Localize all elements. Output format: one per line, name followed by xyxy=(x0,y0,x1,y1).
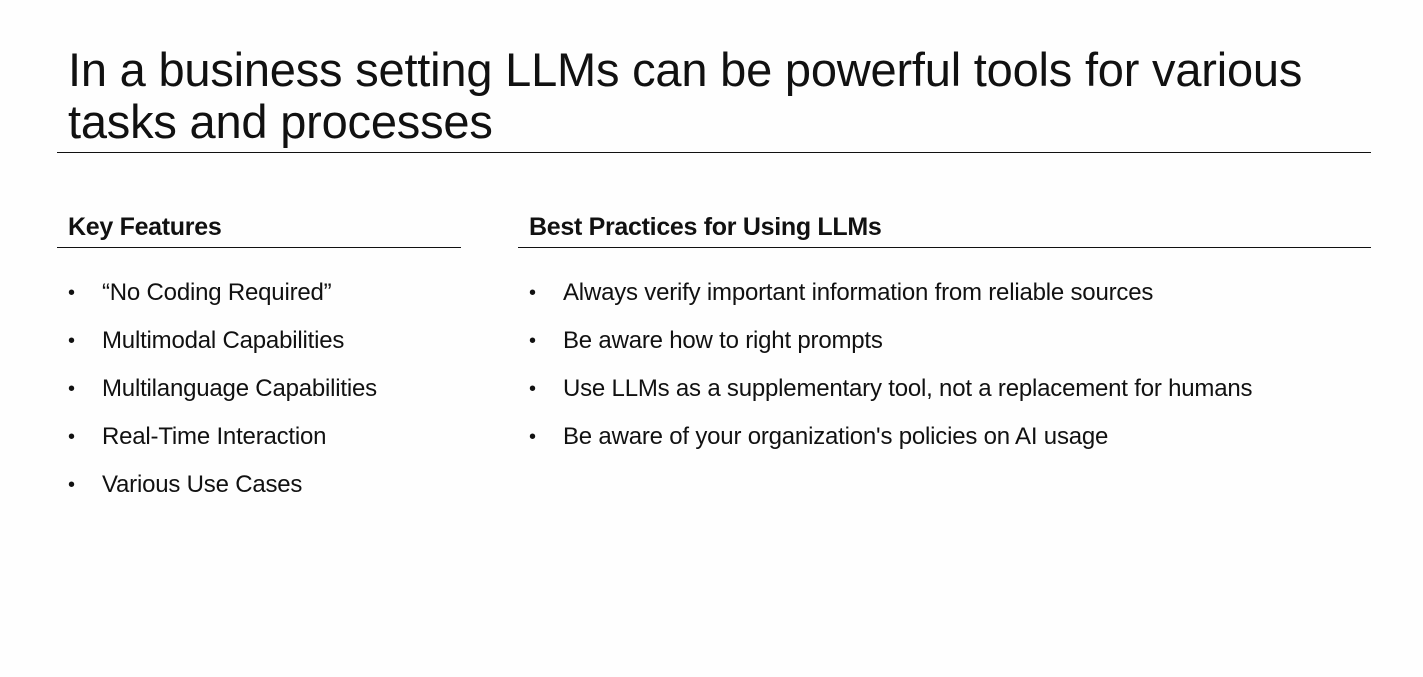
best-practices-heading: Best Practices for Using LLMs xyxy=(529,213,882,241)
bullet-icon: • xyxy=(68,426,75,448)
bullet-icon: • xyxy=(68,474,75,496)
bullet-icon: • xyxy=(529,330,536,352)
list-item-text: Various Use Cases xyxy=(102,471,303,498)
list-item-text: Be aware of your organization's policies… xyxy=(563,423,1109,450)
slide-title: In a business setting LLMs can be powerf… xyxy=(68,43,1303,148)
list-item-text: “No Coding Required” xyxy=(102,279,332,306)
bullet-icon: • xyxy=(529,282,536,304)
bullet-icon: • xyxy=(68,330,75,352)
title-divider xyxy=(57,152,1371,153)
list-item-text: Multilanguage Capabilities xyxy=(102,375,377,402)
list-item-text: Real-Time Interaction xyxy=(102,423,327,450)
key-features-heading: Key Features xyxy=(68,213,222,241)
bullet-icon: • xyxy=(529,378,536,400)
bullet-icon: • xyxy=(68,282,75,304)
list-item-text: Multimodal Capabilities xyxy=(102,327,345,354)
best-practices-divider xyxy=(518,247,1371,248)
list-item-text: Always verify important information from… xyxy=(563,279,1154,306)
slide: In a business setting LLMs can be powerf… xyxy=(0,0,1423,677)
key-features-divider xyxy=(57,247,461,248)
list-item-text: Use LLMs as a supplementary tool, not a … xyxy=(563,375,1253,402)
bullet-icon: • xyxy=(68,378,75,400)
list-item-text: Be aware how to right prompts xyxy=(563,327,883,354)
bullet-icon: • xyxy=(529,426,536,448)
